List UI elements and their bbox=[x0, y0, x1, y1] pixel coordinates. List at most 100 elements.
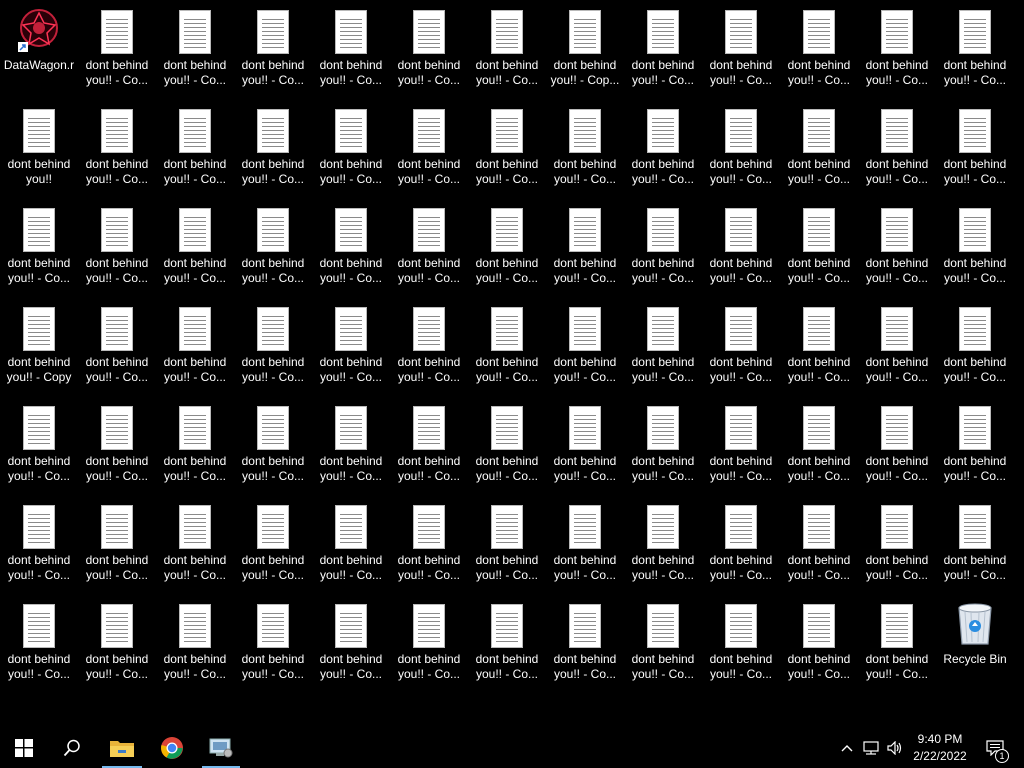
clock[interactable]: 9:40 PM 2/22/2022 bbox=[906, 731, 974, 765]
text-file-icon[interactable]: dont behind you!! - Co... bbox=[546, 200, 624, 299]
text-file-icon[interactable]: dont behind you!! - Co... bbox=[0, 497, 78, 596]
chrome-button[interactable] bbox=[150, 728, 194, 768]
text-file-icon[interactable]: dont behind you!! - Co... bbox=[936, 200, 1014, 299]
text-file-icon[interactable]: dont behind you!! bbox=[0, 101, 78, 200]
text-file-icon[interactable]: dont behind you!! - Co... bbox=[468, 596, 546, 695]
text-file-icon[interactable]: dont behind you!! - Co... bbox=[312, 497, 390, 596]
text-file-icon[interactable]: dont behind you!! - Co... bbox=[702, 299, 780, 398]
text-file-icon[interactable]: dont behind you!! - Co... bbox=[546, 398, 624, 497]
text-file-icon[interactable]: dont behind you!! - Co... bbox=[78, 398, 156, 497]
text-file-icon[interactable]: dont behind you!! - Co... bbox=[312, 596, 390, 695]
text-file-icon[interactable]: dont behind you!! - Co... bbox=[624, 299, 702, 398]
text-file-icon[interactable]: dont behind you!! - Co... bbox=[234, 398, 312, 497]
text-file-icon[interactable]: dont behind you!! - Co... bbox=[0, 596, 78, 695]
text-file-icon[interactable]: dont behind you!! - Co... bbox=[624, 398, 702, 497]
text-file-icon[interactable]: dont behind you!! - Co... bbox=[624, 2, 702, 101]
search-button[interactable] bbox=[48, 728, 96, 768]
text-file-icon[interactable]: dont behind you!! - Co... bbox=[858, 101, 936, 200]
text-file-icon[interactable]: dont behind you!! - Co... bbox=[468, 497, 546, 596]
text-file-icon[interactable]: dont behind you!! - Co... bbox=[858, 299, 936, 398]
text-file-icon[interactable]: dont behind you!! - Co... bbox=[468, 398, 546, 497]
control-panel-button[interactable] bbox=[200, 728, 242, 768]
text-file-icon[interactable]: dont behind you!! - Co... bbox=[624, 497, 702, 596]
text-file-icon[interactable]: dont behind you!! - Co... bbox=[78, 2, 156, 101]
text-file-icon[interactable]: dont behind you!! - Co... bbox=[702, 200, 780, 299]
text-file-icon[interactable]: dont behind you!! - Co... bbox=[780, 200, 858, 299]
recycle-bin[interactable]: Recycle Bin bbox=[936, 596, 1014, 695]
text-file-icon[interactable]: dont behind you!! - Co... bbox=[702, 497, 780, 596]
text-file-icon[interactable]: dont behind you!! - Co... bbox=[780, 596, 858, 695]
text-file-icon[interactable]: dont behind you!! - Co... bbox=[702, 2, 780, 101]
text-file-icon[interactable]: dont behind you!! - Co... bbox=[858, 200, 936, 299]
text-file-icon[interactable]: dont behind you!! - Co... bbox=[468, 2, 546, 101]
text-file-icon[interactable]: dont behind you!! - Co... bbox=[546, 299, 624, 398]
text-file-icon[interactable]: dont behind you!! - Cop... bbox=[546, 2, 624, 101]
text-file-icon[interactable]: dont behind you!! - Co... bbox=[858, 497, 936, 596]
text-file-icon[interactable]: dont behind you!! - Co... bbox=[312, 299, 390, 398]
action-center-button[interactable]: 1 bbox=[980, 728, 1010, 768]
text-file-icon[interactable]: dont behind you!! - Co... bbox=[156, 2, 234, 101]
text-file-icon[interactable]: dont behind you!! - Co... bbox=[780, 398, 858, 497]
text-file-icon[interactable]: dont behind you!! - Co... bbox=[390, 596, 468, 695]
text-file-icon[interactable]: dont behind you!! - Co... bbox=[234, 200, 312, 299]
text-file-icon[interactable]: dont behind you!! - Co... bbox=[624, 200, 702, 299]
text-file-icon[interactable]: dont behind you!! - Co... bbox=[468, 101, 546, 200]
file-explorer-button[interactable] bbox=[100, 728, 144, 768]
text-file-icon[interactable]: dont behind you!! - Co... bbox=[468, 299, 546, 398]
start-button[interactable] bbox=[0, 728, 48, 768]
text-file-icon[interactable]: dont behind you!! - Co... bbox=[390, 398, 468, 497]
text-file-icon[interactable]: dont behind you!! - Co... bbox=[156, 398, 234, 497]
text-file-icon[interactable]: dont behind you!! - Co... bbox=[156, 101, 234, 200]
text-file-icon[interactable]: dont behind you!! - Co... bbox=[78, 200, 156, 299]
text-file-icon[interactable]: dont behind you!! - Co... bbox=[936, 2, 1014, 101]
network-button[interactable] bbox=[860, 728, 882, 768]
text-file-icon[interactable]: dont behind you!! - Co... bbox=[546, 101, 624, 200]
text-file-icon[interactable]: dont behind you!! - Co... bbox=[936, 497, 1014, 596]
text-file-icon[interactable]: dont behind you!! - Co... bbox=[546, 497, 624, 596]
text-file-icon[interactable]: dont behind you!! - Co... bbox=[78, 101, 156, 200]
text-file-icon[interactable]: dont behind you!! - Co... bbox=[156, 497, 234, 596]
text-file-icon[interactable]: dont behind you!! - Co... bbox=[936, 101, 1014, 200]
text-file-icon[interactable]: dont behind you!! - Co... bbox=[234, 497, 312, 596]
text-file-icon[interactable]: dont behind you!! - Co... bbox=[78, 596, 156, 695]
text-file-icon[interactable]: dont behind you!! - Co... bbox=[624, 596, 702, 695]
text-file-icon[interactable]: dont behind you!! - Copy bbox=[0, 299, 78, 398]
text-file-icon[interactable]: dont behind you!! - Co... bbox=[0, 398, 78, 497]
text-file-icon[interactable]: dont behind you!! - Co... bbox=[624, 101, 702, 200]
volume-button[interactable] bbox=[884, 728, 906, 768]
text-file-icon[interactable]: dont behind you!! - Co... bbox=[78, 299, 156, 398]
text-file-icon[interactable]: dont behind you!! - Co... bbox=[234, 596, 312, 695]
text-file-icon[interactable]: dont behind you!! - Co... bbox=[312, 200, 390, 299]
text-file-icon[interactable]: dont behind you!! - Co... bbox=[234, 299, 312, 398]
text-file-icon[interactable]: dont behind you!! - Co... bbox=[390, 299, 468, 398]
text-file-icon[interactable]: dont behind you!! - Co... bbox=[234, 2, 312, 101]
text-file-icon[interactable]: dont behind you!! - Co... bbox=[390, 2, 468, 101]
text-file-icon[interactable]: dont behind you!! - Co... bbox=[546, 596, 624, 695]
text-file-icon[interactable]: dont behind you!! - Co... bbox=[234, 101, 312, 200]
text-file-icon[interactable]: dont behind you!! - Co... bbox=[780, 101, 858, 200]
text-file-icon[interactable]: dont behind you!! - Co... bbox=[780, 497, 858, 596]
text-file-icon[interactable]: dont behind you!! - Co... bbox=[156, 200, 234, 299]
text-file-icon[interactable]: dont behind you!! - Co... bbox=[936, 398, 1014, 497]
text-file-icon[interactable]: dont behind you!! - Co... bbox=[858, 2, 936, 101]
show-hidden-icons-button[interactable] bbox=[836, 728, 858, 768]
text-file-icon[interactable]: dont behind you!! - Co... bbox=[780, 299, 858, 398]
text-file-icon[interactable]: dont behind you!! - Co... bbox=[390, 101, 468, 200]
text-file-icon[interactable]: dont behind you!! - Co... bbox=[312, 398, 390, 497]
text-file-icon[interactable]: dont behind you!! - Co... bbox=[78, 497, 156, 596]
text-file-icon[interactable]: dont behind you!! - Co... bbox=[858, 596, 936, 695]
datawagon-shortcut[interactable]: DataWagon.r bbox=[0, 2, 78, 101]
text-file-icon[interactable]: dont behind you!! - Co... bbox=[156, 299, 234, 398]
text-file-icon[interactable]: dont behind you!! - Co... bbox=[312, 101, 390, 200]
text-file-icon[interactable]: dont behind you!! - Co... bbox=[702, 101, 780, 200]
text-file-icon[interactable]: dont behind you!! - Co... bbox=[780, 2, 858, 101]
text-file-icon[interactable]: dont behind you!! - Co... bbox=[312, 2, 390, 101]
text-file-icon[interactable]: dont behind you!! - Co... bbox=[156, 596, 234, 695]
text-file-icon[interactable]: dont behind you!! - Co... bbox=[390, 200, 468, 299]
text-file-icon[interactable]: dont behind you!! - Co... bbox=[468, 200, 546, 299]
text-file-icon[interactable]: dont behind you!! - Co... bbox=[858, 398, 936, 497]
text-file-icon[interactable]: dont behind you!! - Co... bbox=[702, 596, 780, 695]
text-file-icon[interactable]: dont behind you!! - Co... bbox=[0, 200, 78, 299]
text-file-icon[interactable]: dont behind you!! - Co... bbox=[936, 299, 1014, 398]
text-file-icon[interactable]: dont behind you!! - Co... bbox=[390, 497, 468, 596]
